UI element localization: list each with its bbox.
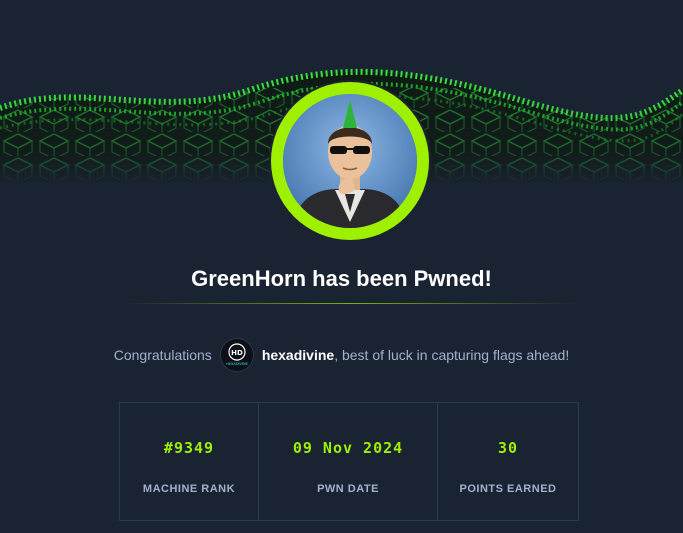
stat-label: PWN DATE xyxy=(317,483,379,495)
title-divider xyxy=(122,303,578,304)
page-title: GreenHorn has been Pwned! xyxy=(191,266,492,291)
congrats-prefix: Congratulations xyxy=(113,347,212,363)
username-link[interactable]: hexadivine xyxy=(262,347,334,363)
stat-value: 09 Nov 2024 xyxy=(292,439,404,457)
stat-points-earned: 30 POINTS EARNED xyxy=(438,402,579,521)
congrats-suffix: , best of luck in capturing flags ahead! xyxy=(334,347,570,363)
top-band xyxy=(0,0,683,60)
stat-pwn-date: 09 Nov 2024 PWN DATE xyxy=(259,402,438,521)
stat-value: #9349 xyxy=(163,439,215,457)
stat-label: MACHINE RANK xyxy=(142,483,236,495)
stat-value: 30 xyxy=(497,439,519,457)
stat-label: POINTS EARNED xyxy=(459,483,557,495)
user-avatar-subtext: HEXADIVINE xyxy=(226,362,248,366)
greenhorn-machine-avatar-icon xyxy=(283,94,417,228)
user-avatar-text: HD xyxy=(231,349,243,357)
user-avatar-icon[interactable]: HD HEXADIVINE xyxy=(219,338,254,372)
stats-panel: #9349 MACHINE RANK 09 Nov 2024 PWN DATE … xyxy=(119,402,579,521)
congratulations-message: Congratulations HD HEXADIVINE hexadivine… xyxy=(0,338,683,372)
stat-machine-rank: #9349 MACHINE RANK xyxy=(119,402,259,521)
machine-avatar xyxy=(271,82,429,240)
